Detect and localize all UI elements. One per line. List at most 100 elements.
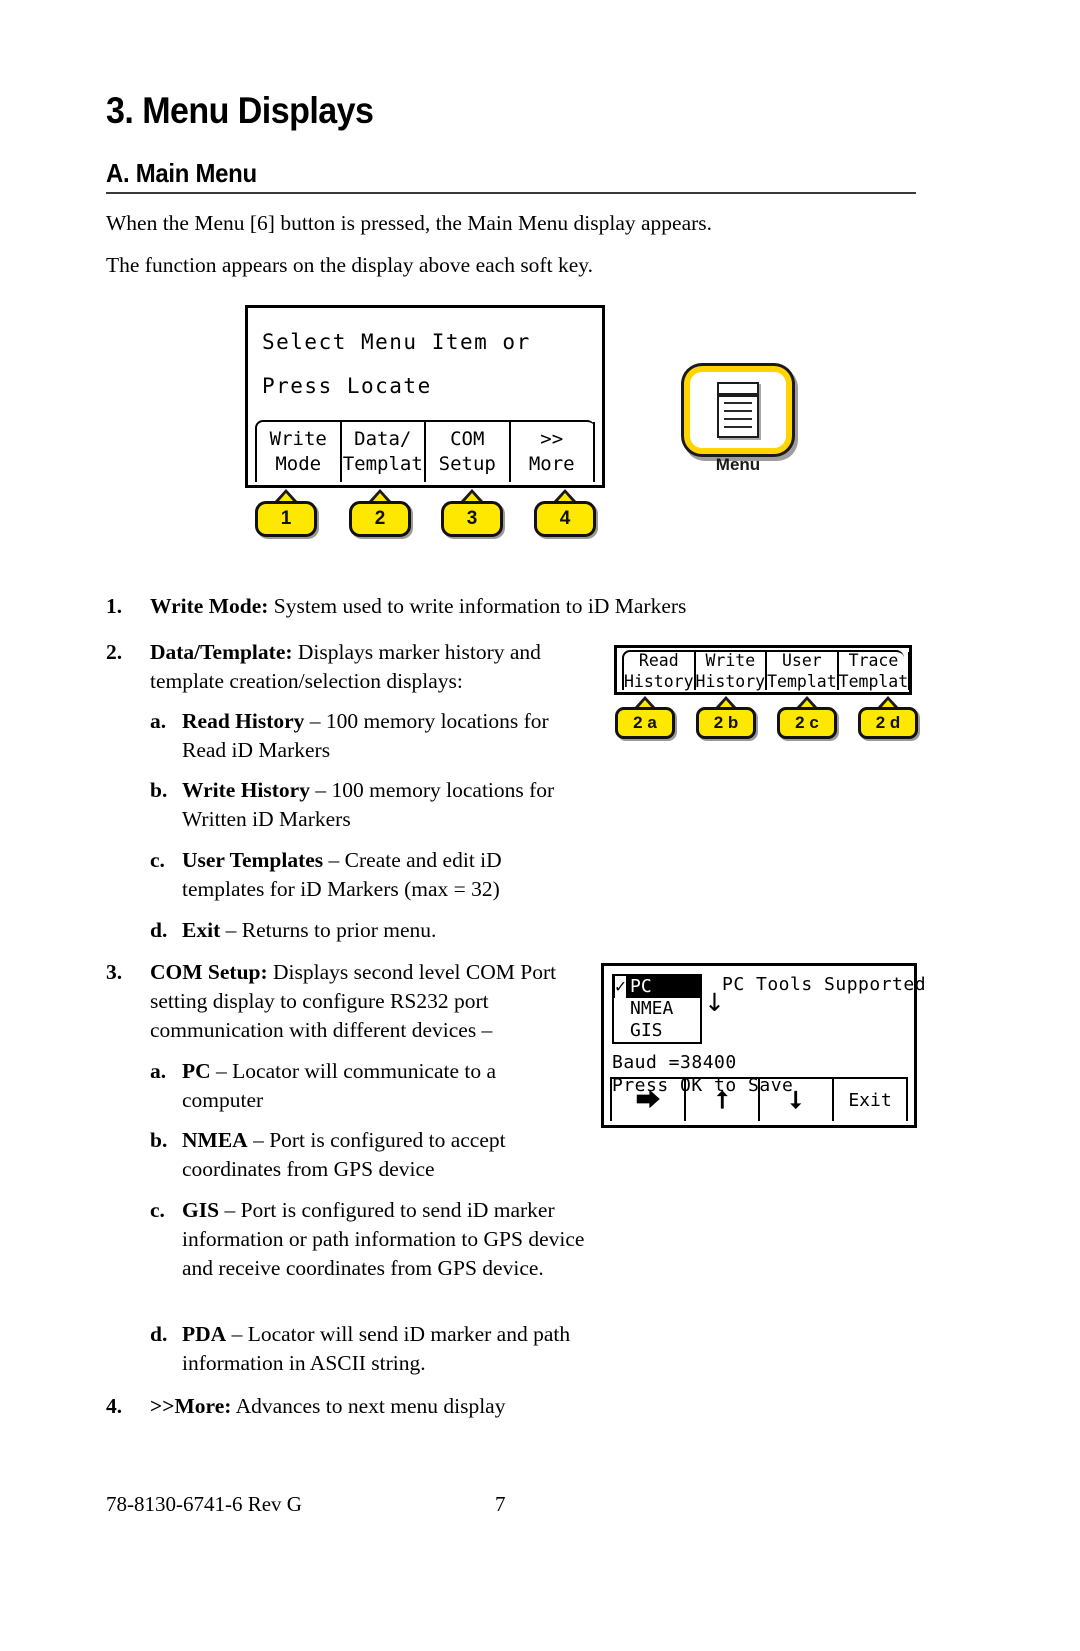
sub-item-term: Write History [182, 778, 310, 802]
section-heading: A. Main Menu [106, 158, 257, 188]
sub-item-letter: c. [150, 1198, 165, 1222]
list-item-3: 3. COM Setup: Displays second level COM … [106, 958, 576, 1045]
list-item-1: 1. Write Mode: System used to write info… [106, 592, 746, 621]
softkey-label-top: >> [540, 428, 564, 450]
sub-item-2b: b. Write History – 100 memory locations … [150, 776, 595, 834]
list-item-term: Write Mode: [150, 594, 269, 618]
com-port-option-list[interactable]: PC NMEA GIS [612, 974, 702, 1044]
sub-item-letter: d. [150, 918, 168, 942]
keycap-2a[interactable]: 2 a [615, 707, 675, 739]
list-item-term: >>More: [150, 1394, 232, 1418]
softkey-write-history[interactable]: Write History [695, 651, 768, 691]
softkey-label-bottom: History [695, 672, 766, 691]
com-status-text: PC Tools Supported [722, 974, 927, 995]
softkey-label-top: Write [705, 651, 756, 670]
softkey-label-bottom: Setup [438, 453, 496, 475]
sub-item-text: – Locator will send iD marker and path i… [182, 1322, 571, 1375]
sub-item-2d: d. Exit – Returns to prior menu. [150, 916, 580, 945]
softkey-exit-label: Exit [848, 1089, 892, 1111]
sub-item-term: PC [182, 1059, 211, 1083]
softkey-label-top: Trace [848, 651, 899, 670]
keycap-connector-3 [461, 489, 483, 501]
menu-button-label: Menu [715, 455, 761, 474]
chapter-heading: 3. Menu Displays [106, 90, 374, 131]
list-item-term: COM Setup: [150, 960, 268, 984]
softkey-trace-templates[interactable]: Trace Templat [838, 651, 911, 691]
keycap-connector-2 [369, 489, 391, 501]
keycap-2d[interactable]: 2 d [858, 707, 918, 739]
data-template-lcd-screen: Read History Write History User Templat … [614, 645, 912, 695]
softkey-com-setup[interactable]: COM Setup [426, 422, 511, 482]
footer-document-number: 78-8130-6741-6 Rev G [106, 1492, 302, 1516]
sub-item-term: Read History [182, 709, 305, 733]
sub-item-3d: d. PDA – Locator will send iD marker and… [150, 1320, 605, 1378]
sub-item-text: – Locator will communicate to a computer [182, 1059, 497, 1112]
baud-line: Baud =38400 [612, 1052, 737, 1073]
list-item-2: 2. Data/Template: Displays marker histor… [106, 638, 576, 696]
list-item-text: System used to write information to iD M… [268, 594, 687, 618]
keycap-connector-1 [275, 489, 297, 501]
keycap-2[interactable]: 2 [349, 501, 411, 537]
sub-item-term: Exit [182, 918, 221, 942]
softkey-data-template[interactable]: Data/ Templat [342, 422, 426, 482]
document-list-icon [717, 382, 759, 438]
softkey-label-top: Read [638, 651, 679, 670]
sub-item-2c: c. User Templates – Create and edit iD t… [150, 846, 550, 904]
list-item-4: 4. >>More: Advances to next menu display [106, 1392, 746, 1421]
lcd-line-1: Select Menu Item or [262, 330, 531, 354]
sub-item-term: GIS [182, 1198, 220, 1222]
softkey-write-mode[interactable]: Write Mode [257, 422, 342, 482]
softkey-label-top: COM [450, 428, 485, 450]
lcd-line-2: Press Locate [262, 374, 432, 398]
down-arrow-icon: ⭣ [790, 1086, 802, 1114]
softkey-label-bottom: Templat [767, 672, 837, 691]
heading-divider [106, 192, 916, 194]
footer-page-number: 7 [495, 1492, 506, 1516]
sub-item-letter: b. [150, 1128, 168, 1152]
main-menu-lcd-screen: Select Menu Item or Press Locate Write M… [245, 305, 605, 488]
keycap-1[interactable]: 1 [255, 501, 317, 537]
keycap-2b[interactable]: 2 b [696, 707, 756, 739]
softkey-label-bottom: History [624, 672, 694, 691]
list-item-number: 1. [106, 594, 123, 618]
list-item-number: 3. [106, 960, 123, 984]
softkey-label-bottom: Templat [342, 453, 423, 475]
softkey-down-arrow[interactable]: ⭣ [760, 1079, 834, 1121]
com-option-gis[interactable]: GIS [614, 1020, 700, 1042]
softkey-label-bottom: Templat [838, 672, 909, 691]
com-option-pc[interactable]: PC [614, 976, 700, 998]
softkey-more[interactable]: >> More [511, 422, 595, 482]
softkey-label-top: User [781, 651, 822, 670]
list-item-text: Advances to next menu display [231, 1394, 506, 1418]
softkey-read-history[interactable]: Read History [624, 651, 696, 691]
main-menu-softkey-row: Write Mode Data/ Templat COM Setup >> Mo… [255, 420, 595, 482]
sub-item-letter: d. [150, 1322, 168, 1346]
softkey-user-templates[interactable]: User Templat [767, 651, 839, 691]
up-arrow-icon: ⭡ [716, 1086, 728, 1114]
softkey-up-arrow[interactable]: ⭡ [686, 1079, 760, 1121]
sub-item-term: NMEA [182, 1128, 248, 1152]
list-item-number: 2. [106, 640, 123, 664]
sub-item-text: – Returns to prior menu. [220, 918, 437, 942]
sub-item-3b: b. NMEA – Port is configured to accept c… [150, 1126, 550, 1184]
softkey-label-top: Data/ [354, 428, 412, 450]
sub-item-letter: a. [150, 1059, 167, 1083]
softkey-right-arrow[interactable]: ⮕ [612, 1079, 686, 1121]
intro-paragraph-2: The function appears on the display abov… [106, 253, 593, 277]
com-setup-softkey-row: ⮕ ⭡ ⭣ Exit [610, 1077, 908, 1121]
keycap-4[interactable]: 4 [534, 501, 596, 537]
sub-item-text: – Port is configured to send iD marker i… [182, 1198, 585, 1280]
keycap-2c[interactable]: 2 c [777, 707, 837, 739]
menu-hardware-button[interactable] [684, 366, 792, 454]
sub-item-letter: b. [150, 778, 168, 802]
sub-item-letter: a. [150, 709, 167, 733]
sub-item-letter: c. [150, 848, 165, 872]
sub-item-term: PDA [182, 1322, 227, 1346]
softkey-label-bottom: More [528, 453, 575, 475]
com-option-nmea[interactable]: NMEA [614, 998, 700, 1020]
softkey-exit[interactable]: Exit [834, 1079, 908, 1121]
keycap-3[interactable]: 3 [441, 501, 503, 537]
list-item-number: 4. [106, 1394, 123, 1418]
document-page: 3. Menu Displays A. Main Menu When the M… [0, 0, 1080, 1651]
com-setup-lcd-screen: PC NMEA GIS ↓ PC Tools Supported Baud =3… [601, 963, 926, 1128]
